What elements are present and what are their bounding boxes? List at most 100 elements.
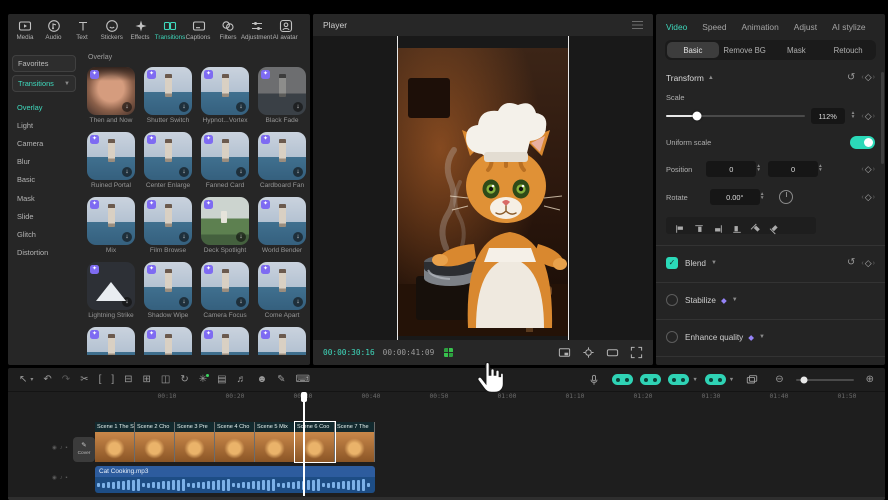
transition-card-cardboard-fan[interactable]: ✦↓Cardboard Fan (258, 132, 306, 189)
transform-keyframe-icon[interactable]: ‹◇› (861, 72, 875, 83)
align-bottom-icon[interactable] (770, 221, 780, 231)
zoom-slider-handle[interactable] (800, 376, 807, 383)
clip-scene-7-the[interactable]: Scene 7 The (335, 422, 375, 462)
mic-icon[interactable] (588, 374, 600, 386)
preview-quality-icon[interactable] (444, 348, 453, 357)
track-toggle-2[interactable] (640, 374, 661, 385)
tab-animation[interactable]: Animation (742, 22, 779, 32)
toolbar-item-media[interactable]: Media (10, 17, 39, 41)
track-toggle-3[interactable] (668, 374, 689, 385)
sidebar-item-mask[interactable]: Mask (8, 189, 80, 207)
chevron-down-icon[interactable]: ▼ (729, 377, 734, 383)
clip-scene-2-cho[interactable]: Scene 2 Cho (135, 422, 175, 462)
category-selector[interactable]: Transitions ▼ (12, 75, 76, 92)
rotate-dial[interactable] (779, 190, 793, 204)
transition-card-black-fade[interactable]: ✦↓Black Fade (258, 67, 306, 124)
track-mute-icon[interactable]: ♪ (60, 475, 63, 481)
scale-value[interactable]: 112% (811, 108, 845, 124)
toolbar-item-effects[interactable]: Effects (126, 17, 155, 41)
checkbox-icon[interactable] (666, 331, 678, 343)
transition-card-fanned-card[interactable]: ✦↓Fanned Card (201, 132, 249, 189)
scale-slider[interactable] (666, 115, 805, 117)
transition-card-more[interactable]: ✦↓ (144, 327, 192, 355)
track-hide-icon[interactable]: ◉ (52, 445, 57, 451)
toolbar-item-adjustment[interactable]: Adjustment (242, 17, 271, 41)
transition-card-mix[interactable]: ✦↓Mix (87, 197, 135, 254)
toolbar-item-captions[interactable]: Captions (184, 17, 213, 41)
transition-card-camera-focus[interactable]: ✦↓Camera Focus (201, 262, 249, 319)
sidebar-item-overlay[interactable]: Overlay (8, 98, 80, 116)
delete-left-icon[interactable]: [ (99, 375, 102, 385)
tracks-icon[interactable]: ▤ (217, 375, 226, 385)
favorites-button[interactable]: Favorites (12, 55, 76, 72)
mirror-display-icon[interactable] (606, 346, 619, 359)
subtab-mask[interactable]: Mask (771, 42, 823, 58)
keyframe-icon[interactable]: ‹◇› (861, 258, 875, 269)
clip-scene-4-cho[interactable]: Scene 4 Cho (215, 422, 255, 462)
sidebar-item-light[interactable]: Light (8, 116, 80, 134)
toolbar-item-transitions[interactable]: Transitions (155, 17, 184, 41)
toolbar-item-text[interactable]: Text (68, 17, 97, 41)
toolbar-item-stickers[interactable]: Stickers (97, 17, 126, 41)
timeline-ruler[interactable]: 00:1000:2000:3000:4000:5001:0001:1001:20… (8, 392, 885, 403)
tab-ai-stylize[interactable]: AI stylize (832, 22, 866, 32)
redo-icon[interactable]: ↷ (62, 375, 70, 385)
delete-icon[interactable]: ⊟ (124, 375, 132, 385)
sidebar-item-distortion[interactable]: Distortion (8, 244, 80, 262)
zoom-out-icon[interactable]: ⊖ (775, 375, 783, 385)
position-keyframe-icon[interactable]: ‹◇› (861, 164, 875, 175)
sidebar-item-glitch[interactable]: Glitch (8, 225, 80, 243)
fullscreen-icon[interactable] (630, 346, 643, 359)
chevron-down-icon[interactable]: ▼ (711, 260, 717, 266)
crop-icon[interactable]: ⊞ (143, 375, 151, 385)
position-y-field[interactable]: 0 (768, 161, 818, 177)
track-toggle-1[interactable] (612, 374, 633, 385)
transition-card-film-browse[interactable]: ✦↓Film Browse (144, 197, 192, 254)
transition-card-shutter-switch[interactable]: ✦↓Shutter Switch (144, 67, 192, 124)
transition-card-then-and-now[interactable]: ✦↓Then and Now (87, 67, 135, 124)
transition-card-world-bender[interactable]: ✦↓World Bender (258, 197, 306, 254)
audio-icon[interactable]: ♬ (237, 375, 247, 385)
reset-icon[interactable]: ↺ (847, 258, 855, 268)
align-right-icon[interactable] (713, 221, 723, 231)
transition-card-more[interactable]: ✦↓ (258, 327, 306, 355)
position-x-field[interactable]: 0 (706, 161, 756, 177)
sidebar-item-basic[interactable]: Basic (8, 171, 80, 189)
position-y-stepper[interactable]: ▲▼ (818, 165, 823, 174)
subtab-remove-bg[interactable]: Remove BG (719, 42, 771, 58)
select-cursor-icon[interactable]: ↖ (19, 375, 27, 385)
focus-fit-icon[interactable] (582, 346, 595, 359)
subtab-basic[interactable]: Basic (667, 42, 719, 58)
checkbox-icon[interactable] (666, 294, 678, 306)
draw-icon[interactable]: ✎ (277, 375, 285, 385)
rotate-icon[interactable]: ↻ (180, 375, 188, 385)
tab-video[interactable]: Video (666, 22, 687, 32)
collapse-icon[interactable]: ▲ (708, 75, 714, 81)
cover-button[interactable]: ✎ Cover (73, 437, 95, 462)
scale-stepper[interactable]: ▲▼ (851, 112, 856, 121)
reset-transform-icon[interactable]: ↺ (847, 73, 855, 83)
playhead[interactable] (303, 392, 305, 496)
transition-card-ruined-portal[interactable]: ✦↓Ruined Portal (87, 132, 135, 189)
track-hide-icon[interactable]: ◉ (52, 475, 57, 481)
rotate-keyframe-icon[interactable]: ‹◇› (861, 192, 875, 203)
chevron-down-icon[interactable]: ▼ (732, 297, 738, 303)
zoom-in-icon[interactable]: ⊕ (866, 375, 874, 385)
transition-card-shadow-wipe[interactable]: ✦↓Shadow Wipe (144, 262, 192, 319)
mirror-icon[interactable]: ◫ (161, 375, 170, 385)
chevron-down-icon[interactable]: ▼ (759, 334, 765, 340)
transition-card-hypnot-vortex[interactable]: ✦↓Hypnot...Vortex (201, 67, 249, 124)
transition-card-center-enlarge[interactable]: ✦↓Center Enlarge (144, 132, 192, 189)
scale-slider-handle[interactable] (692, 112, 701, 121)
chevron-down-icon[interactable]: ▼ (692, 377, 697, 383)
undo-icon[interactable]: ↶ (43, 375, 51, 385)
clip-scene-5-mix[interactable]: Scene 5 Mix (255, 422, 295, 462)
align-left-icon[interactable] (675, 221, 685, 231)
player-menu-icon[interactable] (632, 21, 643, 29)
keyboard-icon[interactable]: ⌨ (296, 375, 310, 385)
uniform-scale-toggle[interactable] (850, 136, 875, 149)
sidebar-item-blur[interactable]: Blur (8, 153, 80, 171)
transition-card-deck-spotlight[interactable]: ✦↓Deck Spotlight (201, 197, 249, 254)
track-lock-icon[interactable]: ▪ (66, 475, 68, 481)
align-top-icon[interactable] (732, 221, 742, 231)
